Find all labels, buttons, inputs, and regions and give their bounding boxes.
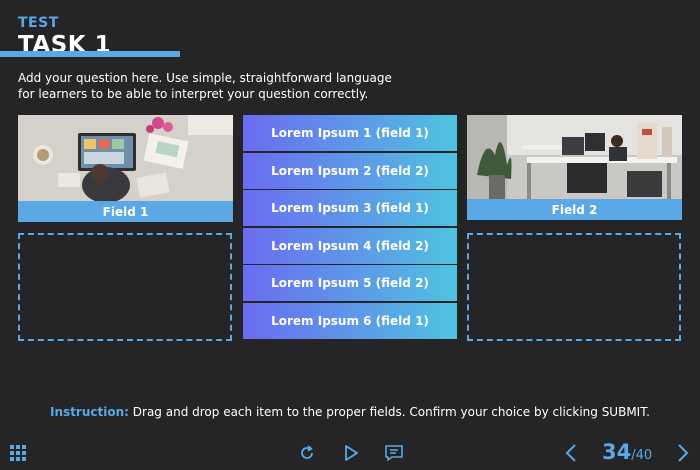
field-1-image xyxy=(18,115,233,201)
field-2-image xyxy=(467,115,682,199)
instruction-label: Instruction: xyxy=(50,405,129,419)
question-line-2: for learners to be able to interpret you… xyxy=(18,87,369,101)
title-underline xyxy=(0,51,180,57)
question-text: Add your question here. Use simple, stra… xyxy=(18,70,418,102)
field-2-label: Field 2 xyxy=(467,199,682,220)
drag-item-3[interactable]: Lorem Ipsum 3 (field 1) xyxy=(243,190,457,226)
chevron-right-icon[interactable] xyxy=(674,442,692,464)
header-overline: TEST xyxy=(18,15,59,31)
current-page: 34 xyxy=(602,440,632,464)
question-line-1: Add your question here. Use simple, stra… xyxy=(18,71,392,85)
instruction: Instruction: Drag and drop each item to … xyxy=(0,405,700,419)
drag-item-1[interactable]: Lorem Ipsum 1 (field 1) xyxy=(243,115,457,151)
page-counter: 34/40 xyxy=(602,440,652,464)
chevron-left-icon[interactable] xyxy=(562,442,580,464)
field-2-dropzone[interactable] xyxy=(467,233,681,341)
drag-item-list: Lorem Ipsum 1 (field 1) Lorem Ipsum 2 (f… xyxy=(243,115,457,340)
grid-menu-icon[interactable] xyxy=(9,444,27,462)
drag-item-2[interactable]: Lorem Ipsum 2 (field 2) xyxy=(243,152,457,189)
total-pages: /40 xyxy=(631,448,653,463)
drag-item-4[interactable]: Lorem Ipsum 4 (field 2) xyxy=(243,227,457,264)
instruction-text: Drag and drop each item to the proper fi… xyxy=(132,405,650,419)
field-1-label: Field 1 xyxy=(18,201,233,222)
play-icon[interactable] xyxy=(341,443,361,463)
field-1-dropzone[interactable] xyxy=(18,233,232,341)
reset-icon[interactable] xyxy=(297,443,317,463)
comment-icon[interactable] xyxy=(383,443,405,463)
drag-item-6[interactable]: Lorem Ipsum 6 (field 1) xyxy=(243,302,457,339)
drag-item-5[interactable]: Lorem Ipsum 5 (field 2) xyxy=(243,265,457,301)
